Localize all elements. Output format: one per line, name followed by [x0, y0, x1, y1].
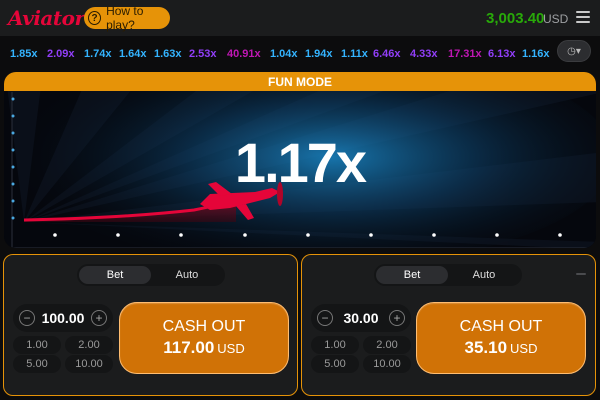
quick-bet-chip[interactable]: 2.00: [65, 336, 113, 354]
tab-bet[interactable]: Bet: [79, 266, 151, 284]
how-to-play-button[interactable]: ? How to play?: [84, 4, 170, 32]
bet-amount-stepper: − 30.00 +: [311, 304, 411, 332]
quick-bet-chip[interactable]: 1.00: [13, 336, 61, 354]
history-item: 1.63x: [154, 48, 182, 60]
cash-out-amount: 35.10: [464, 338, 508, 357]
history-item: 1.11x: [341, 48, 368, 60]
history-item: 2.53x: [189, 48, 217, 60]
cash-out-amount: 117.00: [163, 338, 215, 357]
history-item: 6.46x: [373, 48, 401, 60]
quick-bet-chip[interactable]: 10.00: [363, 355, 411, 373]
cash-out-currency: USD: [217, 341, 245, 356]
cash-out-label: CASH OUT: [162, 318, 246, 335]
hamburger-menu-icon[interactable]: [576, 11, 590, 23]
history-item: 1.64x: [119, 48, 147, 60]
cash-out-currency: USD: [510, 341, 538, 356]
bet-mode-toggle: Bet Auto: [374, 264, 522, 286]
minus-icon[interactable]: −: [19, 310, 35, 326]
multiplier-history: 1.85x 2.09x 1.74x 1.64x 1.63x 2.53x 40.9…: [0, 36, 600, 70]
cash-out-label: CASH OUT: [459, 318, 543, 335]
history-item: 40.91x: [227, 48, 261, 60]
plus-icon[interactable]: +: [389, 310, 405, 326]
tab-bet[interactable]: Bet: [376, 266, 448, 284]
history-item: 4.33x: [410, 48, 438, 60]
history-item: 1.94x: [305, 48, 333, 60]
balance-currency: USD: [543, 12, 569, 26]
bet-amount-value[interactable]: 30.00: [335, 310, 387, 326]
bet-panel-1: Bet Auto − 100.00 + 1.00 2.00 5.00 10.00…: [3, 254, 298, 396]
bet-panel-2: Bet Auto − 30.00 + 1.00 2.00 5.00 10.00 …: [301, 254, 596, 396]
question-icon: ?: [88, 11, 102, 25]
fun-mode-banner: FUN MODE: [4, 72, 596, 91]
remove-panel-icon[interactable]: [576, 273, 586, 275]
bet-amount-value[interactable]: 100.00: [37, 310, 89, 326]
history-toggle-button[interactable]: ◷▾: [557, 40, 591, 62]
quick-bet-chip[interactable]: 5.00: [13, 355, 61, 373]
history-item: 1.74x: [84, 48, 112, 60]
bet-amount-stepper: − 100.00 +: [13, 304, 113, 332]
cash-out-button[interactable]: CASH OUT 35.10 USD: [416, 302, 586, 374]
history-item: 2.09x: [47, 48, 75, 60]
history-item: 17.31x: [448, 48, 482, 60]
minus-icon[interactable]: −: [317, 310, 333, 326]
history-item: 1.16x: [522, 48, 550, 60]
how-to-play-label: How to play?: [106, 4, 144, 32]
current-multiplier: 1.17x: [234, 131, 367, 194]
game-canvas: FUN MODE 1.17x: [4, 72, 596, 248]
bet-mode-toggle: Bet Auto: [77, 264, 225, 286]
aviator-logo: Aviator: [8, 6, 85, 30]
cash-out-button[interactable]: CASH OUT 117.00 USD: [119, 302, 289, 374]
plus-icon[interactable]: +: [91, 310, 107, 326]
history-item: 1.85x: [10, 48, 38, 60]
balance-amount: 3,003.40: [486, 10, 545, 27]
history-item: 1.04x: [270, 48, 298, 60]
tab-auto[interactable]: Auto: [448, 266, 520, 284]
quick-bet-chip[interactable]: 2.00: [363, 336, 411, 354]
quick-bet-chip[interactable]: 5.00: [311, 355, 359, 373]
quick-bet-chip[interactable]: 1.00: [311, 336, 359, 354]
history-clock-icon: ◷▾: [567, 45, 581, 57]
quick-bet-chip[interactable]: 10.00: [65, 355, 113, 373]
top-bar: Aviator ? How to play? 3,003.40 USD: [0, 0, 600, 36]
tab-auto[interactable]: Auto: [151, 266, 223, 284]
history-item: 6.13x: [488, 48, 516, 60]
